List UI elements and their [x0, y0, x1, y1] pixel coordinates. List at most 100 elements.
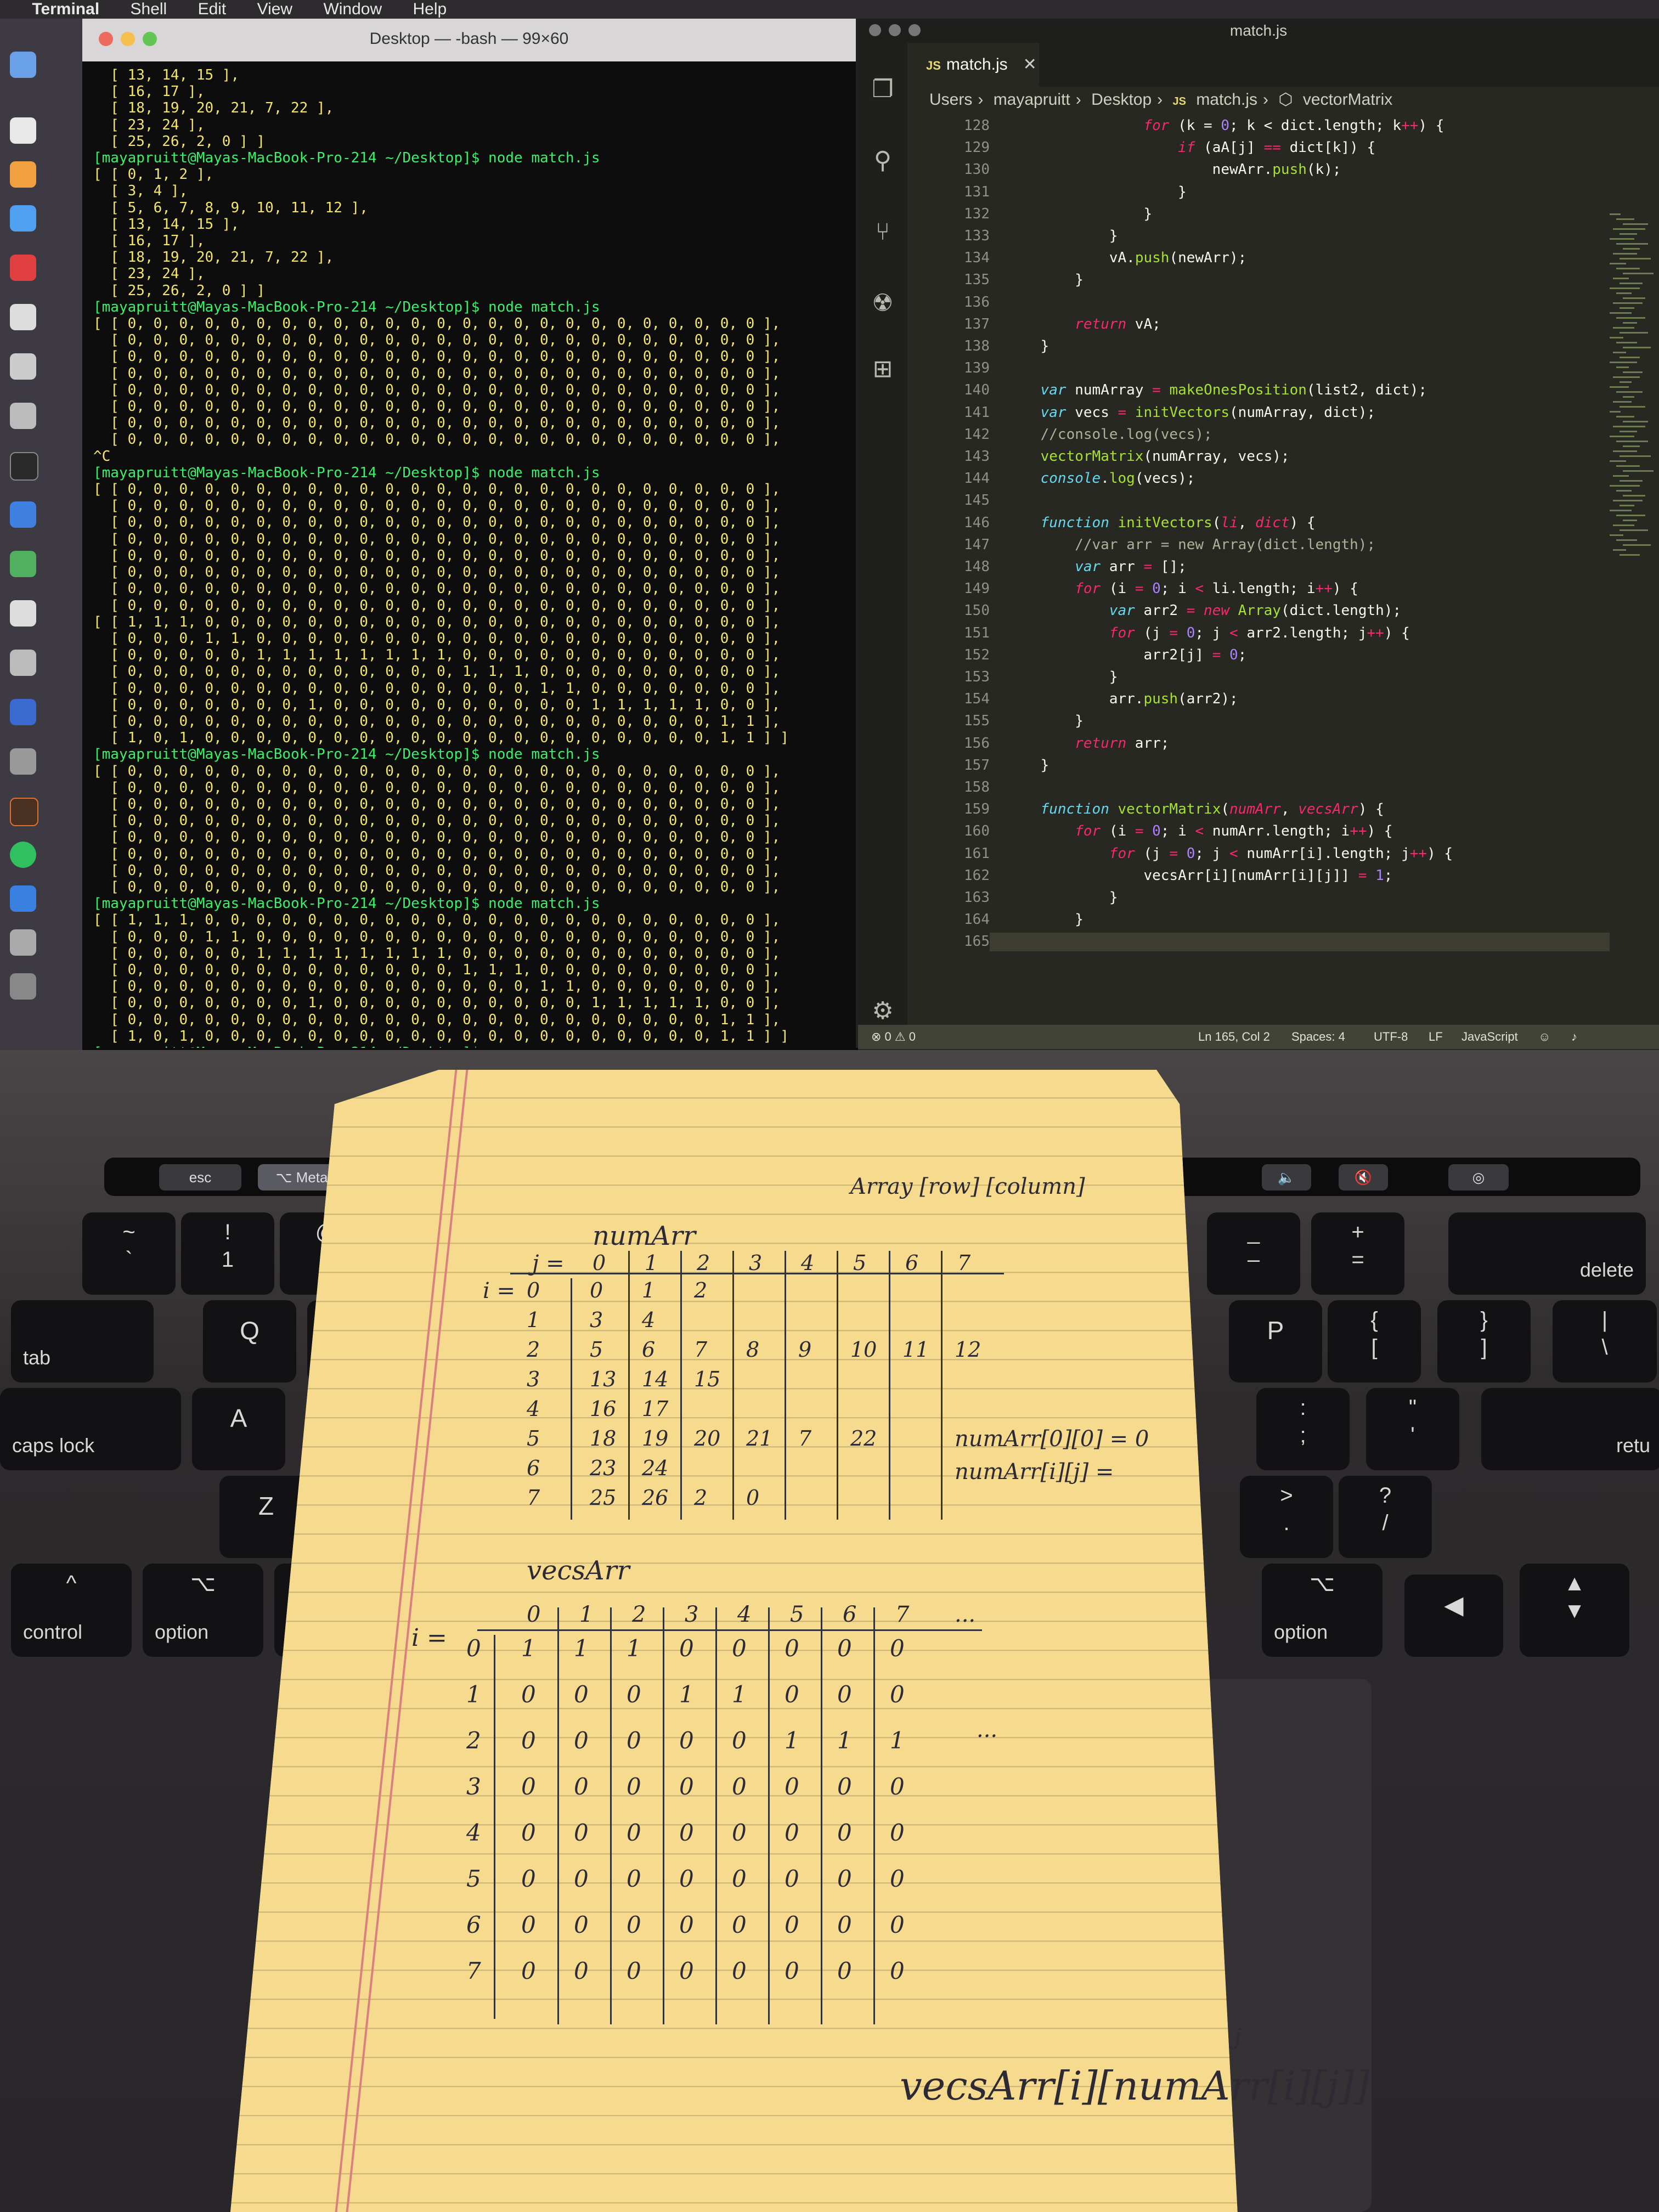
menu-help[interactable]: Help: [413, 0, 447, 19]
siri-icon[interactable]: ◎: [1448, 1164, 1509, 1190]
code-line[interactable]: for (j = 0; j < numArr[i].length; j++) {: [1006, 843, 1453, 865]
code-line[interactable]: var arr = [];: [1006, 556, 1187, 578]
code-line[interactable]: }: [1006, 203, 1152, 225]
trash-icon[interactable]: [10, 973, 36, 1000]
code-line[interactable]: return vA;: [1006, 313, 1161, 335]
code-line[interactable]: for (i = 0; i < numArr.length; i++) {: [1006, 820, 1392, 842]
menu-terminal[interactable]: Terminal: [32, 0, 99, 19]
key-option-right[interactable]: ⌥ option: [1262, 1564, 1383, 1657]
key-tilde[interactable]: ~ `: [82, 1212, 176, 1295]
key-lbracket[interactable]: {[: [1328, 1300, 1421, 1383]
key-question[interactable]: ? /: [1339, 1476, 1432, 1558]
key-q[interactable]: Q: [203, 1300, 296, 1383]
key-delete[interactable]: delete: [1448, 1212, 1646, 1295]
extensions-icon[interactable]: ⊞: [869, 356, 896, 383]
code-line[interactable]: }: [1006, 181, 1187, 203]
code-line[interactable]: for (i = 0; i < li.length; i++) {: [1006, 578, 1358, 600]
code-line[interactable]: var vecs = initVectors(numArray, dict);: [1006, 402, 1376, 424]
key-capslock[interactable]: caps lock: [0, 1388, 181, 1470]
menu-view[interactable]: View: [257, 0, 292, 19]
breadcrumb-item[interactable]: Desktop: [1091, 91, 1152, 109]
source-control-icon[interactable]: ⑂: [869, 218, 896, 246]
finder-icon[interactable]: [10, 52, 36, 78]
menu-window[interactable]: Window: [323, 0, 382, 19]
code-line[interactable]: //var arr = new Array(dict.length);: [1006, 534, 1375, 556]
code-line[interactable]: }: [1006, 666, 1118, 688]
vscode-window[interactable]: match.js ❐ ⚲ ⑂ ☢ ⊞ ⚙ JS match.js ✕ Users › …: [858, 19, 1659, 1050]
code-line[interactable]: }: [1006, 335, 1049, 357]
menu-shell[interactable]: Shell: [131, 0, 167, 19]
code-line[interactable]: var numArray = makeOnesPosition(list2, d…: [1006, 379, 1427, 401]
terminal-icon[interactable]: [10, 452, 38, 481]
app-icon[interactable]: [10, 304, 36, 330]
code-line[interactable]: function vectorMatrix(numArr, vecsArr) {: [1006, 798, 1384, 820]
key-backslash[interactable]: | \: [1553, 1300, 1657, 1383]
cursor-position[interactable]: Ln 165, Col 2: [1198, 1025, 1270, 1049]
bell-icon[interactable]: ♪: [1571, 1025, 1577, 1049]
key-quote[interactable]: " ': [1366, 1388, 1459, 1470]
app-icon[interactable]: [10, 117, 36, 144]
code-line[interactable]: console.log(vecs);: [1006, 467, 1195, 489]
code-line[interactable]: }: [1006, 225, 1118, 247]
vscode-icon[interactable]: [10, 885, 36, 912]
code-line[interactable]: }: [1006, 754, 1049, 776]
key-1[interactable]: ! 1: [181, 1212, 274, 1295]
app-icon[interactable]: [10, 501, 36, 528]
key-minus[interactable]: _ –: [1207, 1212, 1300, 1295]
code-line[interactable]: arr.push(arr2);: [1006, 688, 1238, 710]
code-line[interactable]: }: [1006, 909, 1084, 930]
app-icon[interactable]: [10, 161, 36, 188]
code-line[interactable]: vecsArr[i][numArr[i][j]] = 1;: [1006, 865, 1392, 887]
code-line[interactable]: }: [1006, 269, 1084, 291]
breadcrumb-item[interactable]: mayapruitt: [994, 91, 1070, 109]
key-return[interactable]: retu: [1481, 1388, 1659, 1470]
smiley-icon[interactable]: ☺: [1538, 1025, 1550, 1049]
terminal-output[interactable]: [ 13, 14, 15 ], [ 16, 17 ], [ 18, 19, 20…: [93, 67, 850, 1048]
search-icon[interactable]: ⚲: [869, 147, 896, 174]
key-option-left[interactable]: ⌥ option: [143, 1564, 263, 1657]
code-line[interactable]: function initVectors(li, dict) {: [1006, 512, 1316, 534]
code-line[interactable]: }: [1006, 887, 1118, 909]
app-icon[interactable]: [10, 699, 36, 725]
illustrator-icon[interactable]: [10, 798, 38, 826]
app-icon[interactable]: [10, 748, 36, 775]
minimap[interactable]: [1610, 115, 1654, 938]
key-equals[interactable]: + =: [1311, 1212, 1404, 1295]
code-line[interactable]: newArr.push(k);: [1006, 159, 1341, 180]
language-status[interactable]: JavaScript: [1462, 1025, 1518, 1049]
gear-icon[interactable]: ⚙: [869, 997, 896, 1025]
app-icon[interactable]: [10, 600, 36, 627]
esc-key[interactable]: esc: [159, 1164, 241, 1190]
key-control[interactable]: ^ control: [11, 1564, 132, 1657]
code-line[interactable]: //console.log(vecs);: [1006, 424, 1212, 445]
app-icon[interactable]: [10, 403, 36, 429]
code-line[interactable]: return arr;: [1006, 732, 1169, 754]
debug-icon[interactable]: ☢: [869, 290, 896, 317]
app-icon[interactable]: [10, 255, 36, 281]
breadcrumb-item[interactable]: Users: [929, 91, 972, 109]
close-tab-icon[interactable]: ✕: [1023, 55, 1037, 74]
key-tab[interactable]: tab: [11, 1300, 154, 1383]
app-icon[interactable]: [10, 353, 36, 380]
app-icon[interactable]: [10, 650, 36, 676]
app-icon[interactable]: [10, 929, 36, 956]
app-icon[interactable]: [10, 551, 36, 577]
volume-icon[interactable]: 🔈: [1262, 1164, 1311, 1190]
code-editor[interactable]: 128 for (k = 0; k < dict.length; k++) {1…: [907, 115, 1610, 952]
code-line[interactable]: for (j = 0; j < arr2.length; j++) {: [1006, 622, 1410, 644]
problems-status[interactable]: ⊗ 0 ⚠ 0: [871, 1025, 916, 1049]
app-icon[interactable]: [10, 205, 36, 232]
key-p[interactable]: P: [1229, 1300, 1322, 1383]
key-updown[interactable]: ▲ ▼: [1520, 1564, 1629, 1657]
code-line[interactable]: vectorMatrix(numArray, vecs);: [1006, 445, 1290, 467]
key-rbracket[interactable]: }]: [1437, 1300, 1531, 1383]
code-line[interactable]: arr2[j] = 0;: [1006, 644, 1246, 666]
mute-icon[interactable]: 🔇: [1339, 1164, 1388, 1190]
spotify-icon[interactable]: [10, 842, 36, 868]
key-left[interactable]: ◀: [1404, 1575, 1503, 1657]
key-a[interactable]: A: [192, 1388, 285, 1470]
code-line[interactable]: for (k = 0; k < dict.length; k++) {: [1006, 115, 1444, 137]
key-semicolon[interactable]: :;: [1256, 1388, 1350, 1470]
encoding-status[interactable]: UTF-8: [1374, 1025, 1408, 1049]
files-icon[interactable]: ❐: [869, 76, 896, 103]
